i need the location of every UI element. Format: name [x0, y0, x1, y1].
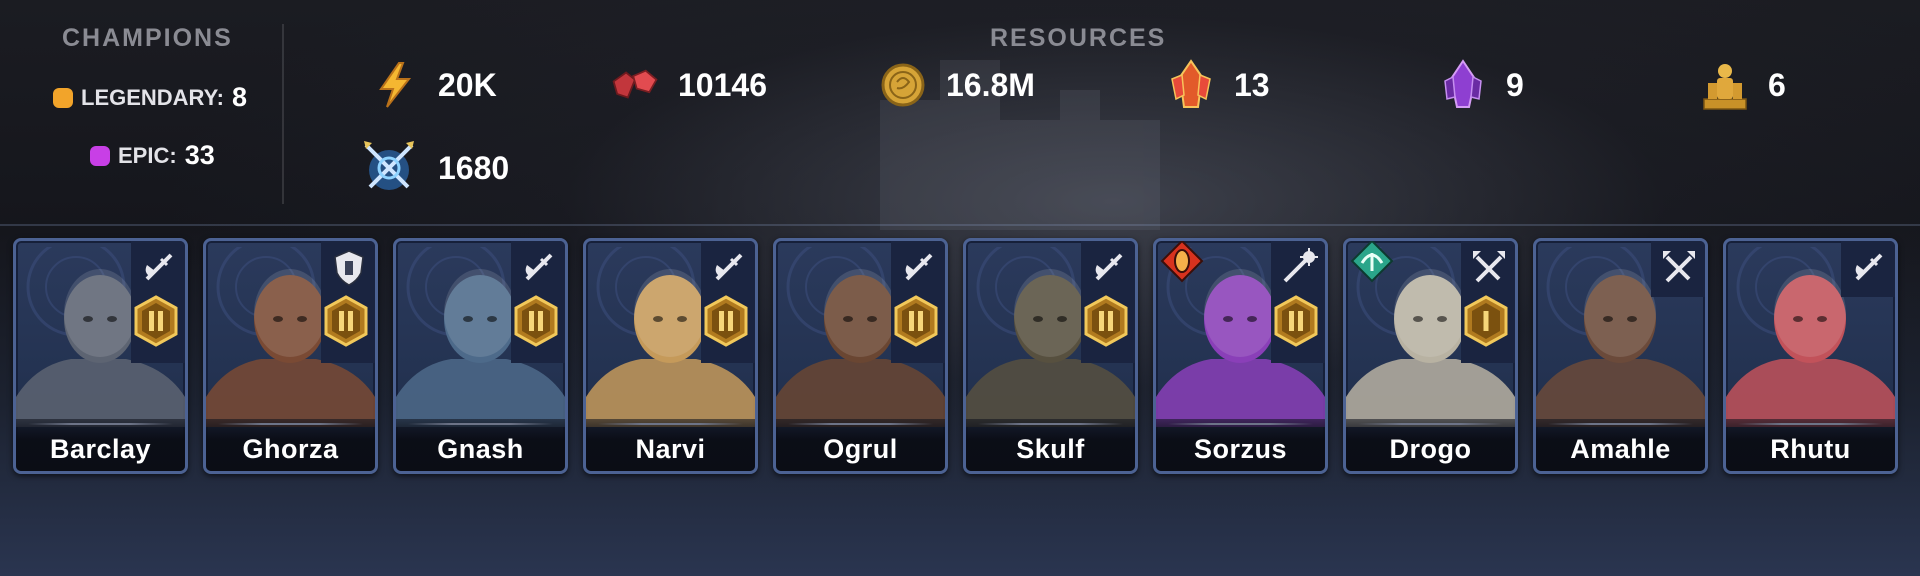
energy-lightning-icon [370, 60, 420, 110]
legendary-count-row: LEGENDARY: 8 [53, 82, 247, 113]
champion-name: Barclay [49, 433, 152, 464]
resource-arena-token: 1680 [358, 141, 510, 193]
arena-token-value: 1680 [438, 149, 510, 186]
champion-name-bar: Drogo [1346, 419, 1515, 471]
panel-divider [282, 24, 284, 204]
role-tab [1081, 241, 1135, 363]
gold-statue-icon [1700, 60, 1750, 110]
champion-name-bar: Barclay [16, 419, 185, 471]
silver-coin-icon [878, 60, 928, 110]
champion-card-ghorza[interactable]: Ghorza [203, 238, 378, 474]
role-tab [1651, 241, 1705, 297]
champion-name-bar: Ghorza [206, 419, 375, 471]
champion-name: Gnash [437, 433, 524, 464]
role-tab [891, 241, 945, 363]
attack-icon [1089, 247, 1129, 287]
champion-card-narvi[interactable]: Narvi [583, 238, 758, 474]
section-separator [0, 224, 1920, 226]
rubies-gem-icon [610, 60, 660, 110]
rank-badge-icon [133, 295, 179, 347]
epic-count-row: EPIC: 33 [90, 140, 215, 171]
champion-card-ogrul[interactable]: Ogrul [773, 238, 948, 474]
rank-badge-icon [1273, 295, 1319, 347]
attack-icon [899, 247, 939, 287]
champion-name: Amahle [1570, 433, 1671, 464]
attack-icon [709, 247, 749, 287]
gold-statue-value: 6 [1768, 66, 1786, 103]
rank-badge-icon [1083, 295, 1129, 347]
champion-name-bar: Amahle [1536, 419, 1705, 471]
rank-badge-icon [703, 295, 749, 347]
rank-badge-icon [323, 295, 369, 347]
resource-silver: 16.8M [878, 60, 1035, 110]
role-tab [321, 241, 375, 363]
void-shard-value: 9 [1506, 66, 1524, 103]
attack-icon [139, 247, 179, 287]
sacred-shard-value: 13 [1234, 66, 1270, 103]
support-icon [1279, 247, 1319, 287]
champion-name-bar: Skulf [966, 419, 1135, 471]
role-tab [1461, 241, 1515, 363]
champion-name-bar: Gnash [396, 419, 565, 471]
champion-card-amahle[interactable]: Amahle [1533, 238, 1708, 474]
champion-name-bar: Ogrul [776, 419, 945, 471]
resource-energy: 20K [370, 60, 497, 110]
silver-value: 16.8M [946, 66, 1035, 103]
resource-sacred-shard: 13 [1166, 59, 1270, 110]
void-shard-icon [1438, 59, 1488, 110]
champions-title: CHAMPIONS [62, 24, 233, 52]
resource-void-shard: 9 [1438, 59, 1524, 110]
champion-name: Ogrul [823, 433, 898, 464]
stats-panel: CHAMPIONS LEGENDARY: 8 EPIC: 33 RESOURCE… [0, 0, 1920, 224]
champion-card-row: Barclay Ghorza Gnash Narvi Ogrul Skulf Sorzus D… [13, 238, 1913, 478]
legendary-label: LEGENDARY: [81, 84, 224, 110]
energy-value: 20K [438, 66, 497, 103]
attack-icon [1849, 247, 1889, 287]
champion-card-barclay[interactable]: Barclay [13, 238, 188, 474]
sacred-shard-icon [1166, 59, 1216, 110]
champion-name: Rhutu [1770, 433, 1851, 464]
resource-rubies: 10146 [610, 60, 767, 110]
role-tab [1841, 241, 1895, 297]
champion-card-rhutu[interactable]: Rhutu [1723, 238, 1898, 474]
force-affinity-icon [1160, 241, 1204, 283]
champion-name: Drogo [1389, 433, 1472, 464]
champion-card-drogo[interactable]: Drogo [1343, 238, 1518, 474]
champion-name: Sorzus [1193, 433, 1288, 464]
defense-icon [329, 247, 369, 287]
arena-token-icon [358, 137, 420, 199]
epic-dot-icon [90, 145, 110, 166]
resources-title: RESOURCES [990, 24, 1167, 52]
spirit-affinity-icon [1350, 241, 1394, 283]
champion-name-bar: Sorzus [1156, 419, 1325, 471]
champion-name-bar: Narvi [586, 419, 755, 471]
resource-gold-statue: 6 [1700, 60, 1786, 110]
champion-card-gnash[interactable]: Gnash [393, 238, 568, 474]
role-tab [511, 241, 565, 363]
rubies-value: 10146 [678, 66, 767, 103]
champion-card-skulf[interactable]: Skulf [963, 238, 1138, 474]
epic-label: EPIC: [118, 142, 177, 168]
rank-badge-icon [513, 295, 559, 347]
rank-badge-icon [893, 295, 939, 347]
champion-name-bar: Rhutu [1726, 419, 1895, 471]
legendary-dot-icon [53, 87, 73, 108]
epic-value: 33 [184, 140, 215, 170]
hp-icon [1469, 247, 1509, 287]
champion-card-sorzus[interactable]: Sorzus [1153, 238, 1328, 474]
champion-name: Skulf [1016, 433, 1085, 464]
champion-name: Narvi [635, 433, 706, 464]
rank-badge-icon [1463, 295, 1509, 347]
role-tab [1271, 241, 1325, 363]
role-tab [701, 241, 755, 363]
hp-icon [1659, 247, 1699, 287]
champion-name: Ghorza [242, 433, 339, 464]
attack-icon [519, 247, 559, 287]
legendary-value: 8 [232, 82, 248, 112]
role-tab [131, 241, 185, 363]
